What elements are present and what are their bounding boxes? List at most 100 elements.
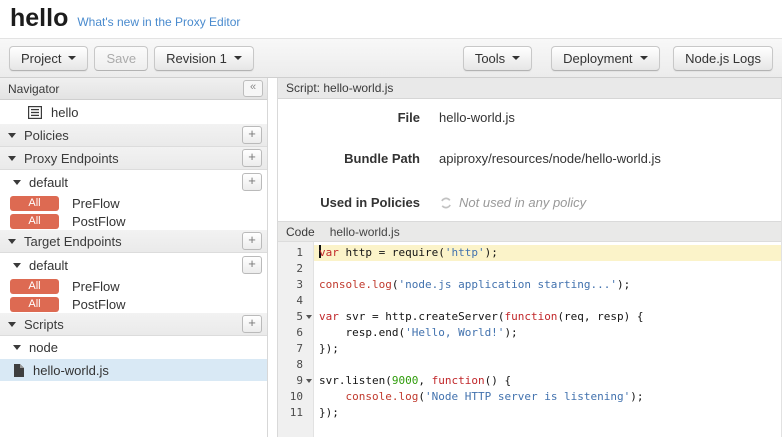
caret-down-icon: [512, 56, 520, 60]
preflow-label: PreFlow: [72, 279, 120, 294]
sidebar-item-proxy-preflow[interactable]: All PreFlow: [0, 194, 267, 212]
code-fold-icon[interactable]: [306, 315, 312, 319]
flow-condition-badge: All: [10, 279, 59, 294]
sidebar-item-proxy-hello[interactable]: hello: [0, 100, 267, 124]
code-filename-label: hello-world.js: [330, 225, 400, 239]
script-panel-header: Script: hello-world.js: [278, 78, 781, 99]
preflow-label: PreFlow: [72, 196, 120, 211]
caret-down-icon: [68, 56, 76, 60]
file-field-value: hello-world.js: [439, 110, 515, 125]
add-flow-button[interactable]: +: [242, 173, 262, 191]
code-line[interactable]: });: [314, 405, 781, 421]
code-line[interactable]: console.log('node.js application startin…: [314, 277, 781, 293]
flow-condition-badge: All: [10, 214, 59, 229]
add-proxy-endpoint-button[interactable]: +: [242, 149, 262, 167]
script-detail-panel: Script: hello-world.js File hello-world.…: [277, 78, 782, 437]
save-button-label: Save: [106, 51, 136, 66]
target-endpoints-section-label: Target Endpoints: [24, 234, 122, 249]
sidebar-section-policies[interactable]: Policies +: [0, 124, 267, 147]
disclosure-triangle-icon: [13, 263, 21, 268]
proxy-name-label: hello: [51, 105, 78, 120]
line-number: 5: [278, 309, 313, 325]
file-field-label: File: [278, 110, 420, 125]
code-line[interactable]: resp.end('Hello, World!');: [314, 325, 781, 341]
project-menu-button[interactable]: Project: [9, 46, 88, 71]
sidebar-item-target-postflow[interactable]: All PostFlow: [0, 295, 267, 313]
sidebar-item-target-preflow[interactable]: All PreFlow: [0, 277, 267, 295]
navigator-title: Navigator: [8, 82, 243, 96]
sidebar-item-proxy-endpoint-default[interactable]: default +: [0, 170, 267, 194]
save-button[interactable]: Save: [94, 46, 148, 71]
add-target-endpoint-button[interactable]: +: [242, 232, 262, 250]
script-details: File hello-world.js Bundle Path apiproxy…: [278, 99, 781, 221]
sidebar-section-target-endpoints[interactable]: Target Endpoints +: [0, 230, 267, 253]
project-menu-label: Project: [21, 51, 61, 66]
scripts-node-label: node: [29, 340, 58, 355]
disclosure-triangle-icon: [8, 322, 16, 327]
line-number: 8: [278, 357, 313, 373]
code-fold-icon[interactable]: [306, 379, 312, 383]
whats-new-link[interactable]: What's new in the Proxy Editor: [77, 15, 240, 29]
sidebar-item-hello-world-js[interactable]: hello-world.js: [0, 359, 267, 381]
editor-content[interactable]: var http = require('http'); console.log('…: [314, 242, 781, 437]
code-line[interactable]: var svr = http.createServer(function(req…: [314, 309, 781, 325]
editor-gutter: 1234567891011: [278, 242, 314, 437]
code-editor[interactable]: 1234567891011 var http = require('http')…: [278, 242, 781, 437]
page-header: hello What's new in the Proxy Editor: [0, 0, 782, 38]
nodejs-logs-label: Node.js Logs: [685, 51, 761, 66]
code-tab-bar: Code hello-world.js: [278, 221, 781, 242]
line-number: 6: [278, 325, 313, 341]
bundle-path-field-label: Bundle Path: [278, 151, 420, 166]
file-icon: [14, 364, 24, 377]
deployment-menu-label: Deployment: [563, 51, 632, 66]
code-line[interactable]: var http = require('http');: [314, 245, 781, 261]
line-number: 2: [278, 261, 313, 277]
proxy-editor-app: hello What's new in the Proxy Editor Pro…: [0, 0, 782, 437]
sidebar-item-scripts-node[interactable]: node: [0, 336, 267, 359]
line-number: 7: [278, 341, 313, 357]
used-in-policies-field-label: Used in Policies: [278, 195, 420, 210]
sidebar-section-proxy-endpoints[interactable]: Proxy Endpoints +: [0, 147, 267, 170]
sidebar-section-scripts[interactable]: Scripts +: [0, 313, 267, 336]
postflow-label: PostFlow: [72, 297, 125, 312]
disclosure-triangle-icon: [8, 239, 16, 244]
add-flow-button[interactable]: +: [242, 256, 262, 274]
line-number: 9: [278, 373, 313, 389]
list-icon: [28, 106, 42, 119]
flow-condition-badge: All: [10, 196, 59, 211]
sidebar-item-proxy-postflow[interactable]: All PostFlow: [0, 212, 267, 230]
collapse-sidebar-button[interactable]: «: [243, 80, 263, 97]
revision-menu-label: Revision 1: [166, 51, 227, 66]
add-script-button[interactable]: +: [242, 315, 262, 333]
code-line[interactable]: });: [314, 341, 781, 357]
caret-down-icon: [640, 56, 648, 60]
disclosure-triangle-icon: [13, 345, 21, 350]
proxy-endpoint-default-label: default: [29, 175, 68, 190]
flow-condition-badge: All: [10, 297, 59, 312]
navigator-panel: Navigator « hello Policies + Proxy Endpo…: [0, 78, 268, 437]
caret-down-icon: [234, 56, 242, 60]
code-line[interactable]: [314, 357, 781, 373]
deployment-menu-button[interactable]: Deployment: [551, 46, 659, 71]
proxy-endpoints-section-label: Proxy Endpoints: [24, 151, 119, 166]
detail-row-bundle-path: Bundle Path apiproxy/resources/node/hell…: [278, 151, 661, 166]
bundle-path-field-value: apiproxy/resources/node/hello-world.js: [439, 151, 661, 166]
script-panel-title: Script: hello-world.js: [286, 81, 393, 95]
revision-menu-button[interactable]: Revision 1: [154, 46, 254, 71]
detail-row-file: File hello-world.js: [278, 110, 515, 125]
tools-menu-button[interactable]: Tools: [463, 46, 532, 71]
tools-menu-label: Tools: [475, 51, 505, 66]
page-title: hello: [10, 3, 68, 33]
nodejs-logs-button[interactable]: Node.js Logs: [673, 46, 773, 71]
disclosure-triangle-icon: [8, 133, 16, 138]
code-line[interactable]: [314, 293, 781, 309]
navigator-header: Navigator «: [0, 78, 267, 100]
policies-section-label: Policies: [24, 128, 69, 143]
code-line[interactable]: console.log('Node HTTP server is listeni…: [314, 389, 781, 405]
code-line[interactable]: [314, 261, 781, 277]
add-policy-button[interactable]: +: [242, 126, 262, 144]
line-number: 10: [278, 389, 313, 405]
line-number: 11: [278, 405, 313, 421]
sidebar-item-target-endpoint-default[interactable]: default +: [0, 253, 267, 277]
code-line[interactable]: svr.listen(9000, function() {: [314, 373, 781, 389]
